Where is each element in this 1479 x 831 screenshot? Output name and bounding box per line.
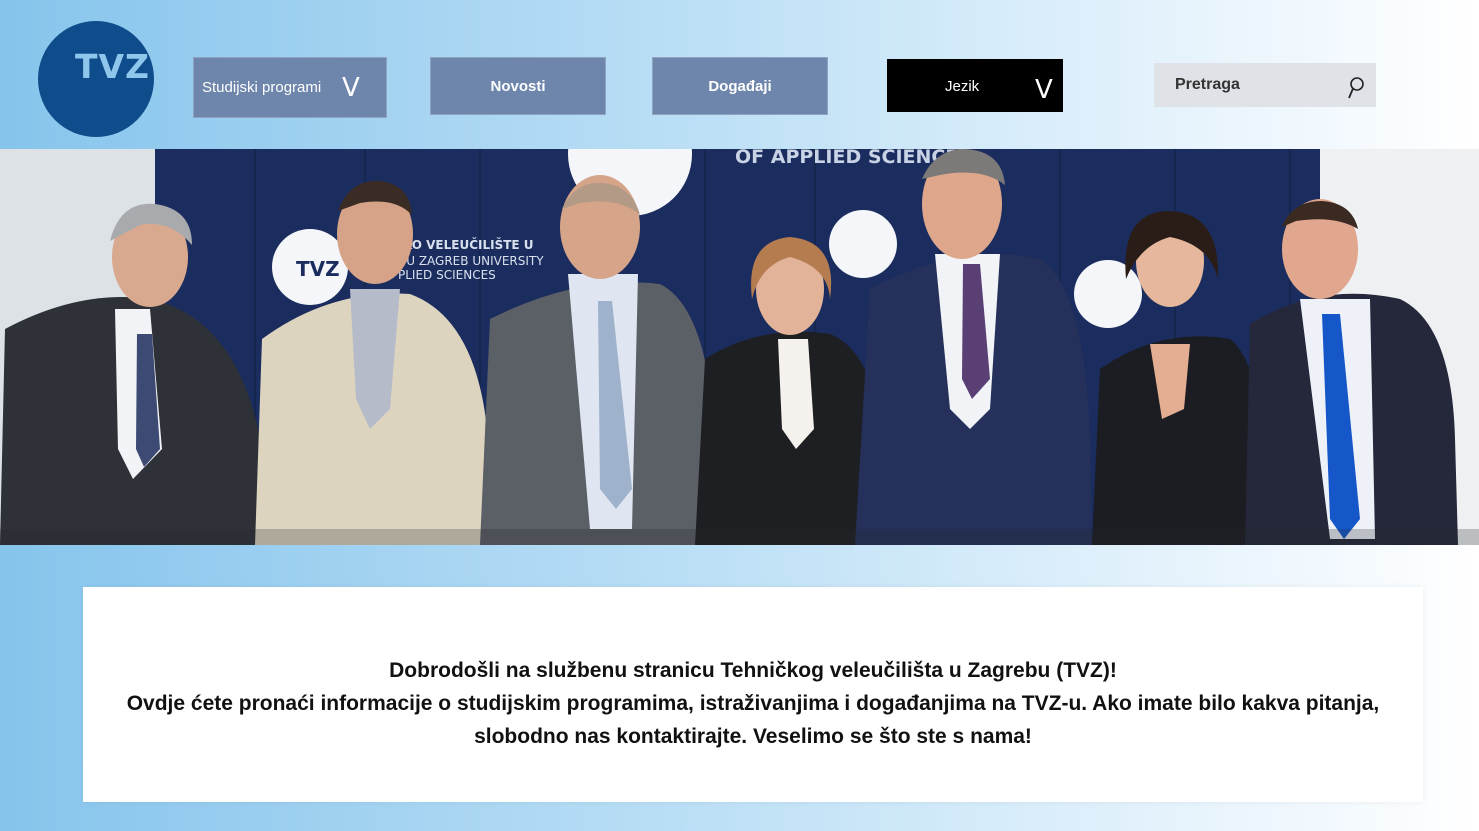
- search-label: Pretraga: [1175, 76, 1240, 93]
- chevron-down-icon: V: [342, 73, 360, 103]
- events-label: Događaji: [708, 77, 772, 95]
- chevron-down-icon: V: [1035, 75, 1053, 105]
- welcome-body: Ovdje ćete pronaći informacije o studijs…: [126, 692, 1380, 748]
- backdrop-text-2: BU ZAGREB UNIVERSITY: [398, 254, 544, 268]
- backdrop-text-1: KO VELEUČILIŠTE U: [403, 237, 534, 252]
- language-label: Jezik: [945, 78, 980, 95]
- backdrop-text-3: PLIED SCIENCES: [398, 268, 496, 282]
- news-label: Novosti: [490, 77, 546, 95]
- study-programs-label: Studijski programi: [202, 79, 322, 96]
- tvz-logo[interactable]: TVZ: [38, 21, 154, 137]
- welcome-text: Dobrodošli na službenu stranicu Tehničko…: [83, 654, 1423, 753]
- welcome-panel: Dobrodošli na službenu stranicu Tehničko…: [83, 587, 1423, 802]
- events-button[interactable]: Događaji: [652, 57, 828, 115]
- search-icon[interactable]: [1347, 76, 1365, 100]
- hero-group-photo: TVZ OF APPLIED SCIENCES KO VELEUČILIŠTE …: [0, 149, 1479, 545]
- backdrop-logo-text: TVZ: [296, 257, 340, 281]
- search-box[interactable]: Pretraga: [1154, 63, 1376, 107]
- welcome-heading: Dobrodošli na službenu stranicu Tehničko…: [389, 659, 1117, 682]
- news-button[interactable]: Novosti: [430, 57, 606, 115]
- language-dropdown[interactable]: Jezik V: [887, 59, 1063, 112]
- logo-text: TVZ: [75, 47, 150, 86]
- study-programs-dropdown[interactable]: Studijski programi V: [193, 57, 387, 118]
